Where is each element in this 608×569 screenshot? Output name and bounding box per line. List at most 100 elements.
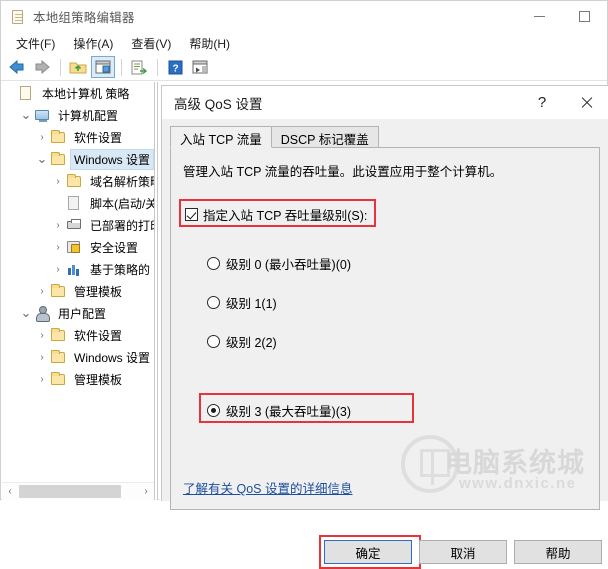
folder-icon [50,151,67,167]
qos-chart-icon [66,261,83,277]
forward-arrow-icon[interactable] [30,56,54,78]
policy-tree[interactable]: 本地计算机 策略⌄计算机配置›软件设置⌄Windows 设置›域名解析策略脚本(… [2,82,154,482]
tree-item[interactable]: › 基于策略的 C [2,258,154,280]
show-hide-tree-icon[interactable] [91,56,115,78]
tree-item[interactable]: › 域名解析策略 [2,170,154,192]
tree-item[interactable]: ⌄ 用户配置 [2,302,154,324]
tree-item[interactable]: ⌄ Windows 设置 [2,148,154,170]
menu-action[interactable]: 操作(A) [64,33,122,54]
scroll-thumb[interactable] [19,485,121,498]
dialog-title-bar: 高级 QoS 设置 ? [162,86,608,119]
script-icon [66,195,83,211]
svg-text:?: ? [172,63,178,74]
tree-item-label: Windows 设置 [69,148,154,170]
back-arrow-icon[interactable] [5,56,29,78]
toolbar-separator [121,58,122,76]
chevron-right-icon[interactable]: › [34,371,50,387]
tree-item-label: 用户配置 [58,306,107,321]
folder-icon [50,283,67,299]
tree-item[interactable]: 脚本(启动/关 [2,192,154,214]
local-group-policy-editor-window: 本地组策略编辑器 文件(F) 操作(A) 查看(V) 帮助(H) ? 本地计算机… [0,0,608,569]
pane-splitter[interactable] [154,82,158,500]
chevron-right-icon[interactable]: › [50,261,66,277]
maximize-button[interactable] [562,1,607,32]
folder-icon [50,349,67,365]
tab-inbound-tcp-traffic[interactable]: 入站 TCP 流量 [170,126,272,148]
tree-item-label: 基于策略的 C [90,262,154,277]
dialog-controls: ? [520,86,608,119]
tree-horizontal-scrollbar[interactable]: ‹ › [2,482,154,500]
menu-view[interactable]: 查看(V) [122,33,180,54]
menu-help[interactable]: 帮助(H) [180,33,239,54]
close-icon[interactable] [564,86,608,119]
description-text: 管理入站 TCP 流量的吞吐量。此设置应用于整个计算机。 [183,165,503,179]
ok-button[interactable]: 确定 [324,540,412,564]
toolbar-separator [60,58,61,76]
folder-icon [50,129,67,145]
radio-level-1-label: 级别 1(1) [226,297,277,311]
security-icon [66,239,83,255]
tree-item[interactable]: › 软件设置 [2,126,154,148]
chevron-right-icon[interactable]: › [50,217,66,233]
tree-item[interactable]: 本地计算机 策略 [2,82,154,104]
specify-throughput-level-checkbox-row[interactable]: 指定入站 TCP 吞吐量级别(S): [185,205,367,224]
show-details-icon[interactable] [188,56,212,78]
chevron-down-icon[interactable]: ⌄ [34,151,50,167]
chevron-right-icon[interactable]: › [34,349,50,365]
tree-item[interactable]: ⌄ 计算机配置 [2,104,154,126]
radio-level-1[interactable] [207,296,220,309]
qos-learn-more-link[interactable]: 了解有关 QoS 设置的详细信息 [183,478,352,497]
tree-item[interactable]: › 已部署的打印 [2,214,154,236]
tree-item-label: 安全设置 [90,240,139,255]
tree-item[interactable]: › 管理模板 [2,280,154,302]
window-controls [517,1,607,32]
chevron-down-icon[interactable]: ⌄ [18,305,34,321]
radio-level-0[interactable] [207,257,220,270]
specify-throughput-level-checkbox[interactable] [185,208,198,221]
minimize-button[interactable] [517,1,562,32]
scroll-right-icon[interactable]: › [138,483,154,500]
toolbar: ? [1,54,607,81]
specify-throughput-level-label: 指定入站 TCP 吞吐量级别(S): [203,209,368,223]
chevron-right-icon[interactable]: › [50,239,66,255]
radio-row-level-0[interactable]: 级别 0 (最小吞吐量)(0) [207,254,351,273]
radio-level-2-label: 级别 2(2) [226,336,277,350]
tree-item-label: 域名解析策略 [90,174,154,189]
radio-row-level-3[interactable]: 级别 3 (最大吞吐量)(3) [207,401,351,420]
help-icon[interactable]: ? [163,56,187,78]
radio-row-level-1[interactable]: 级别 1(1) [207,293,277,312]
tree-item[interactable]: › Windows 设置 [2,346,154,368]
chevron-right-icon[interactable]: › [34,283,50,299]
chevron-right-icon[interactable]: › [50,173,66,189]
dialog-help-button[interactable]: ? [520,86,564,119]
tree-item-label: 软件设置 [74,130,123,145]
menu-file[interactable]: 文件(F) [7,33,64,54]
scroll-left-icon[interactable]: ‹ [2,483,18,500]
radio-level-2[interactable] [207,335,220,348]
tab-strip: 入站 TCP 流量 DSCP 标记覆盖 [170,126,600,148]
radio-level-3[interactable] [207,404,220,417]
tree-item[interactable]: › 管理模板 [2,368,154,390]
tree-item[interactable]: › 安全设置 [2,236,154,258]
up-folder-icon[interactable] [66,56,90,78]
export-list-icon[interactable] [127,56,151,78]
tab-dscp-marking-override[interactable]: DSCP 标记覆盖 [270,126,379,148]
tree-item-label: Windows 设置 [74,350,151,365]
window-title: 本地组策略编辑器 [33,11,135,25]
policy-document-icon [10,9,25,25]
tree-item-label: 脚本(启动/关 [90,196,154,211]
radio-row-level-2[interactable]: 级别 2(2) [207,332,277,351]
advanced-qos-settings-dialog: 高级 QoS 设置 ? 入站 TCP 流量 DSCP 标记覆盖 管理入站 TCP… [161,85,608,569]
user-icon [34,305,51,322]
scroll-track[interactable] [18,485,138,498]
chevron-right-icon[interactable]: › [34,327,50,343]
printer-icon [66,217,83,233]
chevron-down-icon[interactable]: ⌄ [18,107,34,123]
chevron-right-icon[interactable]: › [34,129,50,145]
cancel-button[interactable]: 取消 [419,540,507,564]
tree-item-label: 管理模板 [74,372,123,387]
help-button[interactable]: 帮助 [514,540,602,564]
toolbar-separator [157,58,158,76]
tree-item-label: 软件设置 [74,328,123,343]
tree-item[interactable]: › 软件设置 [2,324,154,346]
